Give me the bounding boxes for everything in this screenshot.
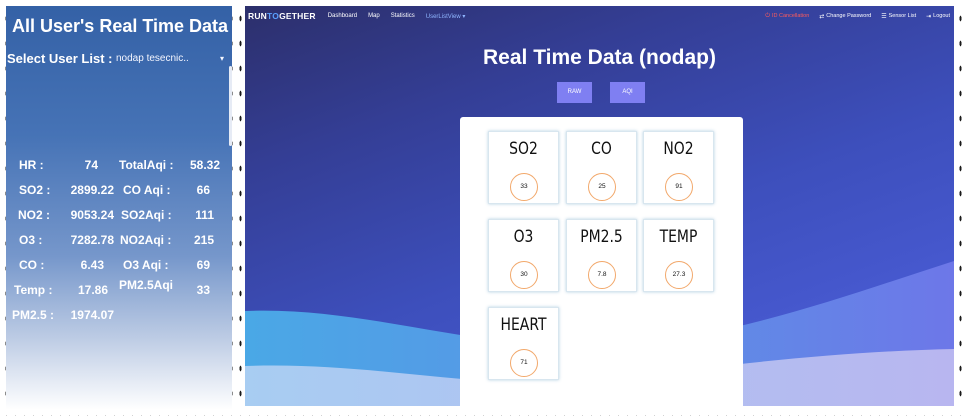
sensor-label: O3 (513, 227, 534, 247)
nav-userlistview[interactable]: UserListView ▾ (426, 13, 466, 20)
stat-pm25aqi-value: 33 (196, 283, 210, 297)
nav-dashboard[interactable]: Dashboard (328, 13, 357, 20)
top-navbar: RUNTOGETHER Dashboard Map Statistics Use… (245, 6, 954, 26)
id-cancellation-label: ID Cancellation (771, 13, 810, 19)
stat-temp-value: 17.86 (77, 283, 108, 297)
sensor-label: SO2 (509, 139, 538, 159)
sensor-label: HEART (500, 315, 547, 335)
stat-o3-value: 7282.78 (70, 233, 114, 247)
change-password-link[interactable]: ⇄ Change Password (819, 13, 871, 20)
stat-hr-label: HR : (19, 158, 44, 172)
sensor-label: TEMP (659, 227, 698, 247)
logout-label: Logout (933, 13, 950, 19)
raw-button[interactable]: RAW (557, 82, 592, 103)
brand-to: TO (267, 11, 280, 21)
logout-icon: ⇥ (926, 13, 932, 20)
nav-statistics[interactable]: Statistics (391, 13, 415, 20)
sensor-tile-heart: HEART 71 (488, 307, 559, 380)
stat-hr-value: 74 (84, 158, 98, 172)
sensor-list-label: Sensor List (888, 13, 917, 19)
stat-so2-value: 2899.22 (70, 183, 114, 197)
stat-no2-value: 9053.24 (70, 208, 114, 222)
stat-pm25-value: 1974.07 (70, 308, 114, 322)
stat-coaqi-label: CO Aqi : (123, 183, 171, 197)
sensor-card-panel: SO2 33 CO 25 NO2 91 O3 30 PM2.5 7.8 TEMP… (460, 117, 743, 406)
sensor-value: 25 (588, 173, 616, 201)
stat-so2aqi-label: SO2Aqi : (121, 208, 172, 222)
sensor-list-link[interactable]: ☰ Sensor List (881, 13, 916, 20)
brand-run: RUN (248, 11, 268, 21)
stat-no2aqi-value: 215 (193, 233, 214, 247)
sensor-value: 27.3 (665, 261, 693, 289)
stat-o3aqi-value: 69 (196, 258, 210, 272)
stat-coaqi-value: 66 (196, 183, 210, 197)
panel-title: All User's Real Time Data (12, 16, 229, 36)
stat-temp-label: Temp : (14, 283, 53, 297)
sensor-tile-co: CO 25 (566, 131, 637, 204)
change-password-label: Change Password (826, 13, 872, 19)
power-icon: ⏻ (765, 12, 770, 19)
stat-co-value: 6.43 (80, 258, 104, 272)
stat-so2aqi-value: 111 (195, 208, 214, 222)
aqi-button[interactable]: AQI (610, 82, 645, 103)
brand-logo[interactable]: RUNTOGETHER (248, 11, 316, 21)
sensor-value: 7.8 (588, 261, 616, 289)
scrollbar[interactable] (229, 66, 232, 146)
sensor-label: CO (591, 139, 612, 159)
sensor-label: PM2.5 (580, 227, 623, 247)
select-user-label: Select User List : (7, 51, 113, 66)
sensor-value: 71 (510, 349, 538, 377)
stat-pm25aqi-label: PM2.5Aqi (119, 278, 174, 292)
sensor-value: 30 (510, 261, 538, 289)
stat-so2-label: SO2 : (19, 183, 51, 197)
swap-icon: ⇄ (819, 13, 825, 20)
stat-co-label: CO : (19, 258, 45, 272)
id-cancellation-link[interactable]: ⏻ ID Cancellation (765, 13, 809, 20)
sensor-tile-o3: O3 30 (488, 219, 559, 292)
user-data-panel: All User's Real Time Data Select User Li… (6, 6, 232, 410)
stat-o3aqi-label: O3 Aqi : (123, 258, 169, 272)
sensor-value: 91 (665, 173, 693, 201)
user-select-value: nodap tesecnic.. (116, 53, 189, 64)
sensor-label: NO2 (663, 139, 694, 159)
page-title: Real Time Data (nodap) (483, 46, 716, 69)
sensor-tile-no2: NO2 91 (643, 131, 714, 204)
stat-totalaqi-label: TotalAqi : (119, 158, 174, 172)
stat-totalaqi-value: 58.32 (189, 158, 220, 172)
stat-no2aqi-label: NO2Aqi : (120, 233, 172, 247)
stat-no2-label: NO2 : (18, 208, 51, 222)
sensor-tile-temp: TEMP 27.3 (643, 219, 714, 292)
nav-map[interactable]: Map (368, 13, 380, 20)
real-time-data-app: RUNTOGETHER Dashboard Map Statistics Use… (245, 6, 954, 406)
user-select[interactable]: nodap tesecnic.. ▾ (114, 50, 226, 68)
brand-gether: GETHER (279, 11, 316, 21)
list-icon: ☰ (881, 13, 887, 20)
stat-pm25-label: PM2.5 : (12, 308, 55, 322)
logout-link[interactable]: ⇥ Logout (926, 13, 950, 20)
sensor-tile-pm25: PM2.5 7.8 (566, 219, 637, 292)
chevron-down-icon: ▾ (219, 54, 224, 63)
sensor-value: 33 (510, 173, 538, 201)
sensor-tile-so2: SO2 33 (488, 131, 559, 204)
stat-o3-label: O3 : (19, 233, 43, 247)
